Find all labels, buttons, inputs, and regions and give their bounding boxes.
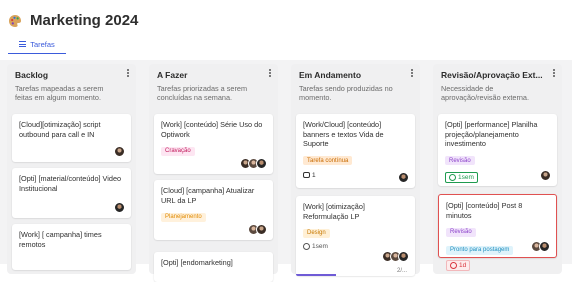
task-card[interactable]: [Work] [ campanha] times remotos [12, 224, 131, 270]
column-description: Tarefas sendo produzidas no momento. [299, 84, 393, 102]
column-backlog: Backlog Tarefas mapeadas a serem feitas … [7, 64, 136, 274]
card-title: [Work] [conteúdo] Série Uso do Optiwork [161, 120, 263, 139]
avatar [398, 251, 409, 262]
assignee-avatars [114, 146, 125, 157]
task-card[interactable]: [Work/Cloud] [conteúdo] banners e textos… [296, 114, 415, 188]
avatar [114, 146, 125, 157]
assignee-avatars [540, 170, 551, 181]
tag-revisao: Revisão [446, 227, 476, 237]
tag-cravacao: Cravação [161, 146, 195, 156]
tab-tarefas[interactable]: Tarefas [8, 36, 66, 52]
column-title: Revisão/Aprovação Ext... [441, 70, 543, 80]
more-options-icon[interactable] [410, 69, 414, 79]
comments-count: 1 [303, 172, 408, 179]
tab-active-indicator [8, 52, 66, 54]
avatar [256, 224, 267, 235]
more-options-icon[interactable] [552, 69, 556, 79]
more-options-icon[interactable] [126, 69, 130, 79]
task-card[interactable]: [Opti] [endomarketing] [154, 252, 273, 282]
comment-count-value: 1 [312, 171, 316, 179]
task-card[interactable]: [Work] [conteúdo] Série Uso do Optiwork … [154, 114, 273, 174]
page-title: Marketing 2024 [30, 12, 139, 29]
subtask-count: 2/... [396, 268, 407, 274]
clock-icon [450, 262, 457, 269]
column-revisao-aprovacao: Revisão/Aprovação Ext... Necessidade de … [433, 64, 562, 274]
tab-label: Tarefas [30, 39, 55, 49]
card-title: [Cloud] [campanha] Atualizar URL da LP [161, 186, 255, 205]
column-description: Necessidade de aprovação/revisão externa… [441, 84, 530, 102]
card-title: [Opti] [endomarketing] [161, 258, 233, 267]
tag-design: Design [303, 228, 330, 238]
tag-pronto-para-postagem: Pronto para postagem [446, 245, 514, 255]
task-card-highlighted[interactable]: [Opti] [conteúdo] Post 8 minutos Revisão… [438, 194, 557, 271]
column-a-fazer: A Fazer Tarefas priorizadas a serem conc… [149, 64, 278, 282]
card-title: [Opti] [performance] Planilha projeção/p… [445, 120, 538, 148]
assignee-avatars [531, 241, 550, 252]
column-title: Em Andamento [299, 70, 362, 80]
column-em-andamento: Em Andamento Tarefas sendo produzidas no… [291, 64, 420, 276]
card-title: [Work] [otimização] Reformulação LP [303, 202, 365, 221]
due-date-badge: 1sem [445, 171, 478, 183]
title-row: Marketing 2024 [8, 12, 138, 29]
avatar [539, 241, 550, 252]
due-date-value: 1sem [458, 173, 474, 181]
column-title: A Fazer [157, 70, 188, 80]
card-title: [Opti] [material/conteúdo] Video Institu… [19, 174, 122, 193]
assignee-avatars [114, 202, 125, 213]
column-description: Tarefas mapeadas a serem feitas em algum… [15, 84, 104, 102]
card-title: [Opti] [conteúdo] Post 8 minutos [446, 201, 523, 220]
avatar [256, 158, 267, 169]
tag-planejamento: Planejamento [161, 212, 206, 222]
more-options-icon[interactable] [268, 69, 272, 79]
column-description: Tarefas priorizadas a serem concluídas n… [157, 84, 248, 102]
tag-revisao: Revisão [445, 156, 475, 165]
clock-icon [449, 173, 456, 181]
assignee-avatars [398, 172, 409, 183]
time-estimate: 1sem [303, 243, 408, 250]
kanban-board: Backlog Tarefas mapeadas a serem feitas … [0, 60, 572, 282]
column-title: Backlog [15, 70, 49, 80]
task-card[interactable]: [Cloud] [campanha] Atualizar URL da LP P… [154, 180, 273, 240]
task-card[interactable]: [Opti] [performance] Planilha projeção/p… [438, 114, 557, 186]
card-title: [Work] [ campanha] times remotos [19, 230, 102, 249]
page-header: Marketing 2024 Tarefas [0, 0, 572, 54]
assignee-avatars [240, 158, 267, 169]
project-emoji-icon [8, 14, 22, 28]
assignee-avatars [248, 224, 267, 235]
tab-bar: Tarefas [8, 36, 66, 54]
list-icon [19, 41, 27, 47]
assignee-avatars [382, 251, 409, 262]
card-title: [Work/Cloud] [conteúdo] banners e textos… [303, 120, 384, 148]
task-card[interactable]: [Opti] [material/conteúdo] Video Institu… [12, 168, 131, 218]
avatar [540, 170, 551, 181]
task-card[interactable]: [Work] [otimização] Reformulação LP Desi… [296, 196, 415, 276]
due-date-value: 1d [459, 262, 467, 269]
tag-tarefa-continua: Tarefa contínua [303, 156, 353, 165]
avatar [398, 172, 409, 183]
clock-icon [303, 243, 310, 250]
card-title: [Cloud][otimização] script outbound para… [19, 120, 101, 139]
comment-icon [303, 172, 310, 178]
avatar [114, 202, 125, 213]
task-card[interactable]: [Cloud][otimização] script outbound para… [12, 114, 131, 162]
due-date-badge: 1d [446, 260, 471, 271]
progress-bar [296, 274, 336, 276]
time-estimate-value: 1sem [312, 243, 328, 250]
